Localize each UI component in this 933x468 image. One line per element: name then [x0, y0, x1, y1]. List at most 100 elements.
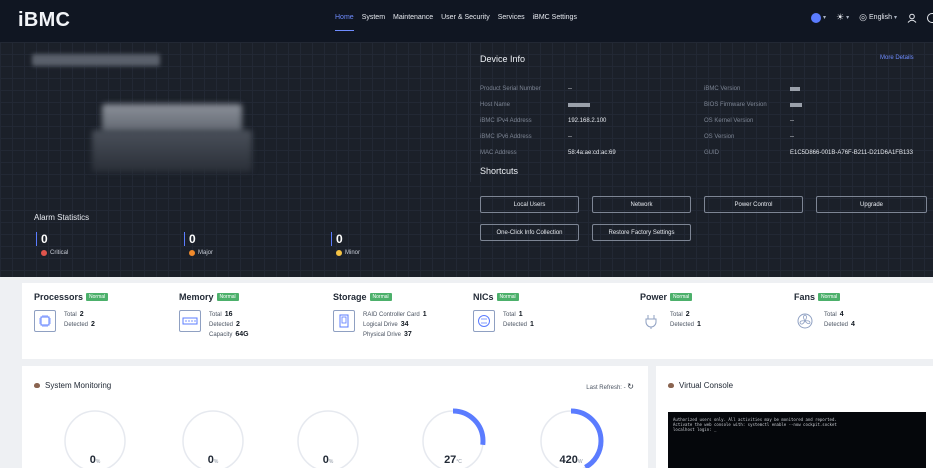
- stat-label: Detected: [824, 322, 849, 328]
- component-name: Power: [640, 292, 668, 302]
- panel-icon: [668, 383, 674, 388]
- info-row: GUID E1C5D866-001B-A76F-B211-D21D6A1FB13…: [704, 150, 913, 156]
- stat-value: 1: [518, 311, 523, 318]
- top-navigation-bar: iBMC Home System Maintenance User & Secu…: [0, 0, 933, 42]
- console-line: localhost login: _: [673, 427, 717, 432]
- memory-card[interactable]: Memory Normal Total 16 Detected 2 Capacity 6…: [179, 292, 249, 340]
- alarm-major[interactable]: 0 Major: [184, 232, 213, 256]
- processors-card[interactable]: Processors Normal Total 2 Detected 2: [34, 292, 109, 332]
- device-info-title: Device Info: [480, 54, 526, 64]
- nav-ibmc-settings[interactable]: iBMC Settings: [529, 14, 581, 21]
- divider: [470, 42, 471, 182]
- inlet-temperature-gauge: 27°C: [418, 406, 488, 468]
- stat-label: Logical Drive: [363, 322, 398, 328]
- nav-home[interactable]: Home: [331, 14, 358, 31]
- info-value: --: [790, 134, 794, 140]
- status-badge: Normal: [818, 293, 841, 301]
- upgrade-button[interactable]: Upgrade: [816, 196, 927, 213]
- info-row: BIOS Firmware Version: [704, 102, 802, 108]
- alarm-count: 0: [184, 232, 213, 246]
- nav-user-security[interactable]: User & Security: [437, 14, 494, 21]
- ibmc-logo: iBMC: [18, 9, 71, 31]
- nav-services[interactable]: Services: [494, 14, 529, 21]
- server-image: [92, 100, 252, 178]
- component-summary: Processors Normal Total 2 Detected 2 Memory…: [22, 283, 933, 359]
- component-name: NICs: [473, 292, 494, 302]
- status-badge: Normal: [216, 293, 239, 301]
- user-menu[interactable]: [907, 13, 917, 23]
- fans-card[interactable]: Fans Normal Total 4 Detected 4: [794, 292, 855, 332]
- component-name: Processors: [34, 292, 84, 302]
- info-label: iBMC Version: [704, 86, 741, 92]
- info-label: Host Name: [480, 102, 511, 108]
- chevron-down-icon: ▾: [846, 15, 850, 21]
- one-click-info-collection-button[interactable]: One-Click Info Collection: [480, 224, 579, 241]
- alarm-label: Critical: [50, 250, 69, 256]
- stat-label: Detected: [64, 322, 89, 328]
- info-value: --: [790, 118, 794, 124]
- info-label: OS Kernel Version: [704, 118, 754, 124]
- alarm-count: 0: [331, 232, 360, 246]
- system-monitoring-title: System Monitoring: [34, 381, 111, 390]
- gauge-unit: %: [328, 459, 334, 465]
- info-row: Product Serial Number --: [480, 86, 572, 92]
- stat-value: 4: [851, 321, 855, 328]
- nav-system[interactable]: System: [358, 14, 389, 21]
- alarm-critical[interactable]: 0 Critical: [36, 232, 68, 256]
- gauge-unit: %: [95, 459, 101, 465]
- nav-maintenance[interactable]: Maintenance: [389, 14, 437, 21]
- blurred-product-name: [32, 54, 160, 66]
- info-label: MAC Address: [480, 150, 517, 156]
- status-badge: Normal: [369, 293, 392, 301]
- info-row: OS Kernel Version --: [704, 118, 794, 124]
- restore-factory-settings-button[interactable]: Restore Factory Settings: [592, 224, 691, 241]
- storage-icon: [333, 310, 355, 332]
- refresh-control[interactable]: Last Refresh: - ↻: [586, 382, 634, 391]
- system-monitoring-panel: System Monitoring Last Refresh: - ↻ 0% 0…: [22, 366, 648, 468]
- network-button[interactable]: Network: [592, 196, 691, 213]
- help-icon[interactable]: [927, 12, 933, 23]
- storage-card[interactable]: Storage Normal RAID Controller Card 1 Logi…: [333, 292, 427, 340]
- local-users-button[interactable]: Local Users: [480, 196, 579, 213]
- stat-label: Detected: [670, 322, 695, 328]
- stat-value: 4: [839, 311, 844, 318]
- stat-value: 1: [422, 311, 427, 318]
- redacted-value: [568, 103, 590, 107]
- power-consumption-gauge: 420W: [536, 406, 606, 468]
- panel-icon: [34, 383, 40, 388]
- notification-icon: [811, 12, 822, 23]
- info-value: 192.168.2.100: [568, 118, 607, 124]
- info-row: iBMC IPv4 Address 192.168.2.100: [480, 118, 606, 124]
- sun-icon: ☀: [836, 12, 845, 22]
- info-row: iBMC IPv6 Address --: [480, 134, 572, 140]
- stat-label: Detected: [209, 322, 234, 328]
- notification-menu[interactable]: ▾: [811, 12, 826, 23]
- user-icon: [907, 13, 917, 23]
- disk-usage-gauge: 0%: [293, 406, 363, 468]
- language-menu[interactable]: ◎ English ▾: [859, 12, 897, 23]
- panel-title: Virtual Console: [679, 381, 734, 390]
- more-details-link[interactable]: More Details: [880, 55, 914, 61]
- cpu-icon: [34, 310, 56, 332]
- memory-icon: [179, 310, 201, 332]
- virtual-console-title: Virtual Console: [668, 381, 733, 390]
- theme-menu[interactable]: ☀ ▾: [836, 12, 849, 23]
- status-badge: Normal: [86, 293, 109, 301]
- nic-icon: [473, 310, 495, 332]
- shortcuts-title: Shortcuts: [480, 166, 519, 176]
- power-card[interactable]: Power Normal Total 2 Detected 1: [640, 292, 701, 332]
- language-label: English: [869, 14, 892, 21]
- power-control-button[interactable]: Power Control: [704, 196, 803, 213]
- top-right-tools: ▾ ☀ ▾ ◎ English ▾: [811, 12, 933, 23]
- stat-value: 1: [697, 321, 701, 328]
- alarm-count: 0: [36, 232, 68, 246]
- stat-value: 2: [79, 311, 84, 318]
- alarm-minor[interactable]: 0 Minor: [331, 232, 360, 256]
- nics-card[interactable]: NICs Normal Total 1 Detected 1: [473, 292, 534, 332]
- info-label: Product Serial Number: [480, 86, 541, 92]
- console-preview[interactable]: Authorized users only. All activities ma…: [668, 412, 926, 468]
- stat-value: 16: [224, 311, 233, 318]
- stat-value: 1: [530, 321, 534, 328]
- stat-value: 2: [236, 321, 240, 328]
- stat-value: 34: [400, 321, 409, 328]
